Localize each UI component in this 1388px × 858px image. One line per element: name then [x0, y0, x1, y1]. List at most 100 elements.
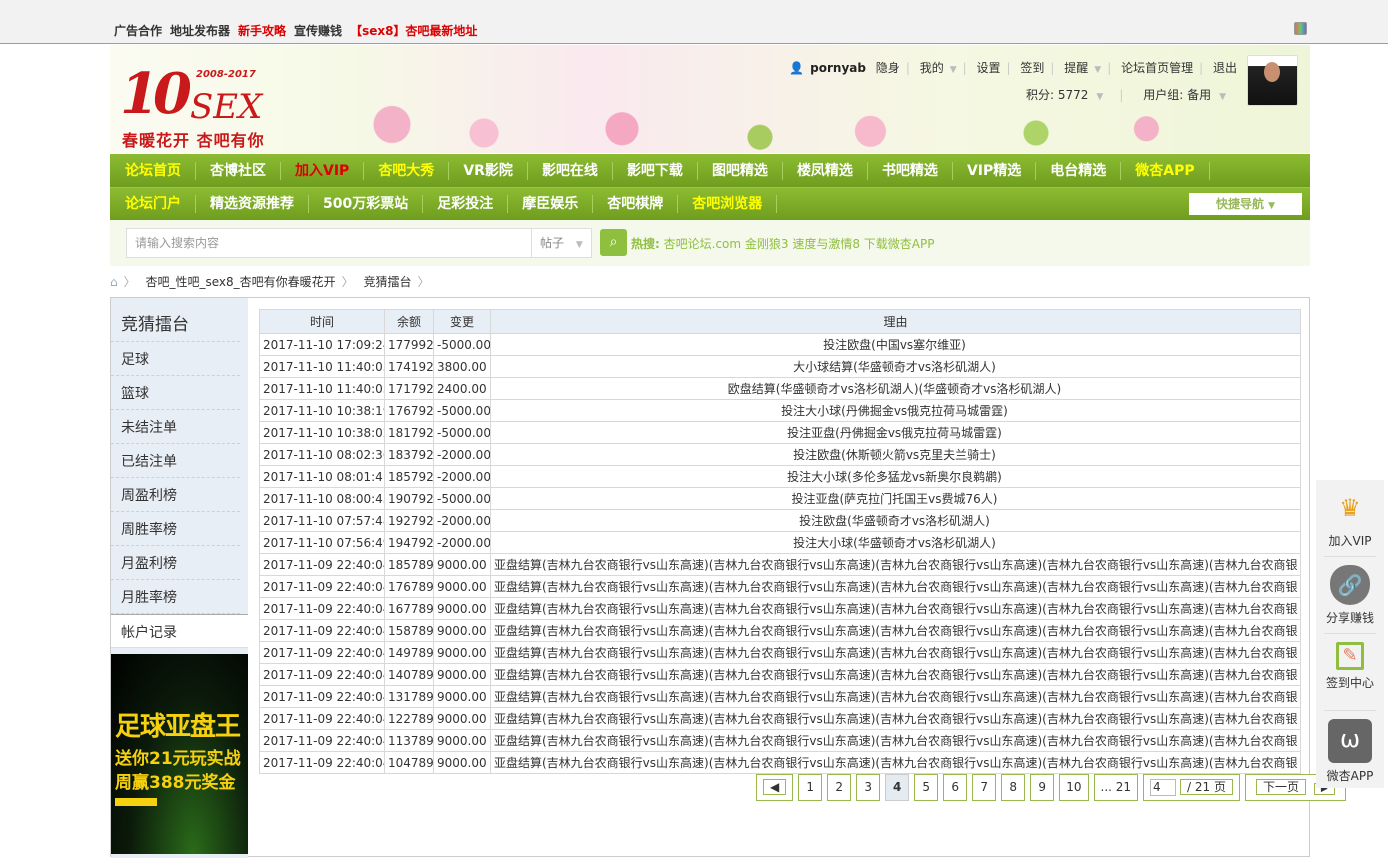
avatar[interactable]: [1247, 55, 1298, 106]
hot-label: 热搜:: [631, 237, 660, 251]
breadcrumb-current[interactable]: 竞猜擂台: [363, 275, 411, 289]
reason-text: 投注欧盘(中国vs塞尔维亚): [823, 338, 966, 352]
table-row: 2017-11-09 22:40:04 149789 9000.00 亚盘结算(吉林九…: [259, 641, 1301, 664]
sidebar: 竞猜擂台 足球 篮球 未结注单 已结注单 周盈利榜 周胜率榜 月盈利榜 月胜率榜 帐户记录 足球…: [111, 298, 248, 858]
ad-banner[interactable]: 足球亚盘王 送你21元玩实战 周赢388元奖金: [111, 654, 248, 854]
nav-item[interactable]: 杏吧大秀: [364, 161, 450, 180]
page-button[interactable]: 2: [827, 774, 852, 801]
sidebar-item[interactable]: 篮球: [111, 376, 240, 410]
col-change: 变更: [433, 309, 491, 334]
app-logo-icon: ω: [1328, 719, 1372, 763]
checkin-center-button[interactable]: ✎ 签到中心: [1324, 634, 1376, 711]
invisible-link[interactable]: 隐身: [876, 61, 900, 75]
table-row: 2017-11-10 11:40:03 171792 2400.00 欧盘结算(华盛顿…: [259, 377, 1301, 400]
hot-links[interactable]: 杏吧论坛.com 金刚狼3 速度与激情8 下载微杏APP: [664, 237, 935, 251]
points-menu[interactable]: 积分: 5772: [1026, 88, 1088, 102]
nav-item[interactable]: 影吧在线: [528, 161, 613, 180]
table-row: 2017-11-10 10:38:19 176792 -5000.00 投注大小球(丹…: [259, 399, 1301, 422]
cell-balance: 190792: [384, 487, 434, 510]
nav-item[interactable]: 论坛首页: [110, 161, 196, 180]
nav-item[interactable]: 加入VIP: [281, 161, 365, 180]
page-button[interactable]: 6: [943, 774, 968, 801]
page-button[interactable]: 7: [972, 774, 997, 801]
cell-reason: 亚盘结算(吉林九台农商银行vs山东高速)(吉林九台农商银行vs山东高速)(吉林九…: [490, 553, 1301, 576]
nav-item[interactable]: 图吧精选: [698, 161, 783, 180]
chevron-left-icon: ◀: [763, 779, 787, 795]
nav-item[interactable]: 杏博社区: [196, 161, 281, 180]
cell-balance: 194792: [384, 531, 434, 554]
table-row: 2017-11-10 17:09:24 177992 -5000.00 投注欧盘(中国…: [259, 333, 1301, 356]
share-earn-button[interactable]: 🔗 分享赚钱: [1324, 557, 1376, 634]
home-icon[interactable]: ⌂: [110, 275, 118, 289]
float-label: 加入VIP: [1328, 534, 1372, 548]
notifications-menu[interactable]: 提醒: [1064, 61, 1088, 75]
page-button[interactable]: 3: [856, 774, 881, 801]
sidebar-item[interactable]: 周胜率榜: [111, 512, 240, 546]
nav2-item[interactable]: 杏吧棋牌: [593, 195, 679, 213]
top-link[interactable]: 广告合作: [114, 24, 162, 38]
nav-item[interactable]: 书吧精选: [868, 161, 953, 180]
quick-nav-button[interactable]: 快捷导航 ▼: [1189, 193, 1302, 215]
page-input[interactable]: 4: [1150, 779, 1177, 796]
nav-item[interactable]: 电台精选: [1036, 161, 1122, 180]
cell-change: 9000.00: [433, 553, 491, 576]
cell-reason: 投注大小球(丹佛掘金vs俄克拉荷马城雷霆): [490, 399, 1301, 422]
sidebar-item[interactable]: 周盈利榜: [111, 478, 240, 512]
logout-link[interactable]: 退出: [1213, 61, 1237, 75]
page-button[interactable]: 10: [1059, 774, 1089, 801]
app-button[interactable]: ω 微杏APP: [1324, 711, 1376, 788]
sidebar-item[interactable]: 未结注单: [111, 410, 240, 444]
nav2-item[interactable]: 杏吧浏览器: [678, 195, 778, 213]
table-row: 2017-11-10 08:01:41 185792 -2000.00 投注大小球(多…: [259, 465, 1301, 488]
page-button[interactable]: 9: [1030, 774, 1055, 801]
site-logo[interactable]: 10 2008-2017 SEX 春暖花开 杏吧有你: [120, 57, 290, 150]
username-link[interactable]: pornyab: [810, 61, 866, 75]
page-button[interactable]: 4: [885, 774, 910, 801]
search-input[interactable]: 请输入搜索内容: [126, 228, 532, 258]
join-vip-button[interactable]: ♛ 加入VIP: [1324, 480, 1376, 557]
page-button[interactable]: 1: [798, 774, 823, 801]
table-row: 2017-11-10 08:02:36 183792 -2000.00 投注欧盘(休斯…: [259, 443, 1301, 466]
search-type-select[interactable]: 帖子 ▼: [531, 228, 592, 258]
sidebar-item[interactable]: 已结注单: [111, 444, 240, 478]
nav-item[interactable]: 楼凤精选: [783, 161, 868, 180]
cell-change: -5000.00: [433, 399, 491, 422]
nav-item[interactable]: 微杏APP: [1121, 161, 1210, 180]
cell-balance: 113789: [384, 729, 434, 752]
my-menu[interactable]: 我的: [920, 61, 944, 75]
page-button[interactable]: 5: [914, 774, 939, 801]
cell-reason: 投注亚盘(丹佛掘金vs俄克拉荷马城雷霆): [490, 421, 1301, 444]
top-link[interactable]: 新手攻略: [238, 24, 286, 38]
theme-icon[interactable]: [1294, 22, 1307, 35]
sidebar-item[interactable]: 足球: [111, 342, 240, 376]
page-button[interactable]: 8: [1001, 774, 1026, 801]
search-button[interactable]: ⌕: [600, 229, 627, 256]
prev-page-button[interactable]: ◀: [756, 774, 794, 801]
top-link[interactable]: 【sex8】杏吧最新地址: [350, 24, 477, 38]
nav2-item[interactable]: 500万彩票站: [309, 195, 424, 213]
checkin-link[interactable]: 签到: [1020, 61, 1044, 75]
hot-search: 热搜: 杏吧论坛.com 金刚狼3 速度与激情8 下载微杏APP: [631, 235, 934, 252]
sidebar-item[interactable]: 月胜率榜: [111, 580, 240, 614]
settings-link[interactable]: 设置: [977, 61, 1001, 75]
nav-item[interactable]: VR影院: [449, 161, 528, 180]
top-link[interactable]: 地址发布器: [170, 24, 230, 38]
header-banner: 10 2008-2017 SEX 春暖花开 杏吧有你 👤 pornyab 隐身 | …: [110, 45, 1310, 153]
reason-text: 欧盘结算(华盛顿奇才vs洛杉矶湖人)(华盛顿奇才vs洛杉矶湖人): [727, 382, 1062, 396]
nav2-item[interactable]: 摩臣娱乐: [508, 195, 594, 213]
nav-item[interactable]: VIP精选: [953, 161, 1037, 180]
top-link[interactable]: 宣传赚钱: [294, 24, 342, 38]
page-button[interactable]: ... 21: [1093, 774, 1139, 801]
sidebar-item[interactable]: 月盈利榜: [111, 546, 240, 580]
user-group-menu[interactable]: 用户组: 备用: [1143, 88, 1211, 102]
breadcrumb-forum[interactable]: 杏吧_性吧_sex8_杏吧有你春暖花开: [145, 275, 335, 289]
nav2-item[interactable]: 论坛门户: [110, 195, 196, 213]
cell-reason: 亚盘结算(吉林九台农商银行vs山东高速)(吉林九台农商银行vs山东高速)(吉林九…: [490, 707, 1301, 730]
nav-item[interactable]: 影吧下载: [613, 161, 698, 180]
homepage-admin-link[interactable]: 论坛首页管理: [1121, 61, 1193, 75]
sidebar-item[interactable]: 帐户记录: [111, 614, 248, 648]
nav2-item[interactable]: 足彩投注: [423, 195, 509, 213]
cell-reason: 亚盘结算(吉林九台农商银行vs山东高速)(吉林九台农商银行vs山东高速)(吉林九…: [490, 641, 1301, 664]
nav2-item[interactable]: 精选资源推荐: [196, 195, 309, 213]
chevron-down-icon: ▼: [1268, 201, 1276, 211]
